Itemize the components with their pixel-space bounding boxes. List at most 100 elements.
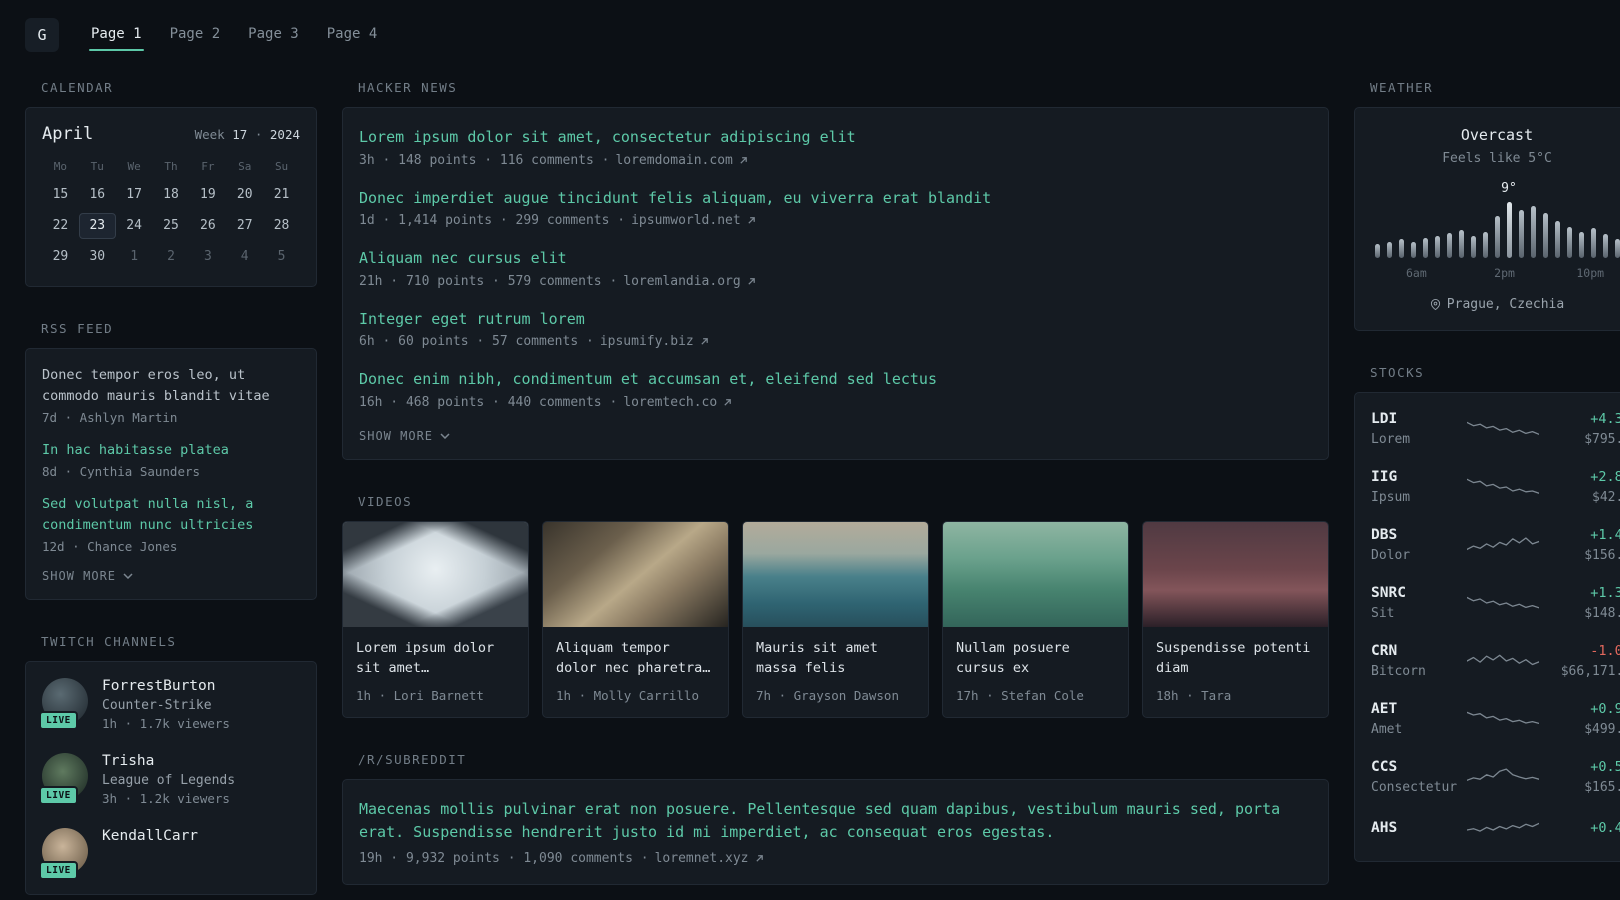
twitch-widget: TWITCH CHANNELS LIVE ForrestBurton Count… bbox=[25, 634, 317, 895]
channel-category: Counter-Strike bbox=[102, 697, 212, 713]
stock-row[interactable]: LDI Lorem +4.35% $795.18 bbox=[1371, 400, 1620, 458]
channel-avatar[interactable]: LIVE bbox=[39, 752, 88, 805]
channel-avatar[interactable]: LIVE bbox=[39, 827, 88, 880]
stock-change: +0.92% bbox=[1590, 701, 1620, 717]
hackernews-show-more-button[interactable]: SHOW MORE bbox=[359, 429, 450, 443]
rss-item-title[interactable]: In hac habitasse platea bbox=[42, 440, 300, 461]
stocks-section-title: STOCKS bbox=[1370, 365, 1425, 380]
tab-page-2[interactable]: Page 2 bbox=[168, 20, 223, 51]
calendar-day: 30 bbox=[89, 249, 106, 264]
rss-widget: RSS FEED Donec tempor eros leo, ut commo… bbox=[25, 321, 317, 600]
channel-name[interactable]: KendallCarr bbox=[102, 828, 198, 844]
weather-temp-label: 9° bbox=[1501, 181, 1517, 196]
channel-name[interactable]: Trisha bbox=[102, 753, 235, 769]
calendar-day: 18 bbox=[163, 187, 179, 202]
hn-item-domain[interactable]: loremlandia.org bbox=[623, 274, 740, 289]
live-badge: LIVE bbox=[39, 860, 78, 880]
stock-sparkline bbox=[1467, 764, 1539, 790]
video-title: Aliquam tempor dolor nec pharetra… bbox=[556, 639, 711, 676]
video-body: Lorem ipsum dolor sit amet consectetu… 1… bbox=[343, 627, 528, 718]
twitch-section-title: TWITCH CHANNELS bbox=[41, 633, 177, 649]
hn-item-domain[interactable]: loremtech.co bbox=[623, 395, 717, 410]
hn-meta-text: 16h · 468 points · 440 comments · bbox=[359, 394, 618, 410]
twitch-channel-row: LIVE KendallCarr bbox=[39, 827, 300, 880]
stock-change: +0.51% bbox=[1590, 759, 1620, 775]
video-body: Aliquam tempor dolor nec pharetra… 1h · … bbox=[543, 627, 728, 718]
hn-item-title[interactable]: Integer eget rutrum lorem bbox=[359, 308, 1312, 331]
stock-row[interactable]: IIG Ipsum +2.84% $42.04 bbox=[1371, 458, 1620, 516]
left-column: CALENDAR April Week 17 · 2024 Mo Tu We Th Fr… bbox=[25, 80, 317, 900]
subreddit-post-title[interactable]: Maecenas mollis pulvinar erat non posuer… bbox=[359, 798, 1312, 845]
weather-bar bbox=[1470, 236, 1476, 258]
top-bar: G Page 1 Page 2 Page 3 Page 4 bbox=[0, 0, 1620, 70]
weather-bar bbox=[1614, 239, 1620, 258]
hn-item-title[interactable]: Lorem ipsum dolor sit amet, consectetur … bbox=[359, 126, 1312, 149]
stock-values: +1.42% $156.28 bbox=[1539, 527, 1620, 563]
channel-meta: 3h · 1.2k viewers bbox=[102, 790, 230, 806]
stock-row[interactable]: AET Amet +0.92% $499.72 bbox=[1371, 690, 1620, 748]
rss-item-meta: 12d · Chance Jones bbox=[42, 538, 178, 554]
video-card[interactable]: Aliquam tempor dolor nec pharetra… 1h · … bbox=[542, 520, 729, 718]
subreddit-domain[interactable]: loremnet.xyz bbox=[655, 851, 749, 866]
stock-sparkline bbox=[1467, 817, 1539, 843]
rss-show-more-button[interactable]: SHOW MORE bbox=[42, 569, 133, 583]
stock-sparkline bbox=[1467, 706, 1539, 732]
hn-item-meta: 3h · 148 points · 116 comments · loremdo… bbox=[359, 153, 1312, 168]
stock-id: LDI Lorem bbox=[1371, 411, 1467, 447]
calendar-day: 4 bbox=[240, 249, 249, 264]
video-title: Nullam posuere cursus ex bbox=[956, 639, 1070, 676]
video-card[interactable]: Lorem ipsum dolor sit amet consectetu… 1… bbox=[342, 520, 529, 718]
hn-item-title[interactable]: Donec imperdiet augue tincidunt felis al… bbox=[359, 187, 1312, 210]
stock-ticker: SNRC bbox=[1371, 585, 1406, 601]
video-meta: 1h · Molly Carrillo bbox=[556, 688, 699, 703]
weather-bar bbox=[1554, 221, 1560, 258]
hn-item-domain[interactable]: loremdomain.com bbox=[615, 153, 732, 168]
stock-sparkline bbox=[1467, 648, 1539, 674]
rss-item: Donec tempor eros leo, ut commodo mauris… bbox=[42, 365, 300, 425]
weather-time-axis: 6am 2pm 10pm bbox=[1371, 266, 1620, 281]
hn-meta-text: 6h · 60 points · 57 comments · bbox=[359, 334, 594, 349]
tab-page-4[interactable]: Page 4 bbox=[325, 20, 380, 51]
channel-avatar[interactable]: LIVE bbox=[39, 677, 88, 730]
twitch-channel-row: LIVE Trisha League of Legends 3h · 1.2k … bbox=[39, 752, 300, 806]
calendar-week-label: Week bbox=[194, 127, 225, 142]
weather-bar bbox=[1410, 242, 1416, 258]
channel-name[interactable]: ForrestBurton bbox=[102, 678, 230, 694]
stock-name: Consectetur bbox=[1371, 780, 1458, 795]
external-link-icon bbox=[755, 854, 763, 862]
weather-time-label: 6am bbox=[1405, 266, 1427, 280]
stock-name: Ipsum bbox=[1371, 490, 1411, 505]
hn-item-domain[interactable]: ipsumify.biz bbox=[600, 334, 694, 349]
stock-row[interactable]: AHS +0.46% bbox=[1371, 806, 1620, 854]
page-tabs: Page 1 Page 2 Page 3 Page 4 bbox=[89, 0, 403, 70]
video-thumbnail bbox=[543, 521, 728, 627]
weather-feels-like: Feels like 5°C bbox=[1442, 151, 1552, 166]
tab-page-3[interactable]: Page 3 bbox=[246, 20, 301, 51]
video-meta: 18h · Tara bbox=[1156, 688, 1232, 703]
rss-item-title[interactable]: Donec tempor eros leo, ut commodo mauris… bbox=[42, 365, 300, 407]
video-card[interactable]: Nullam posuere cursus ex 17h · Stefan Co… bbox=[942, 520, 1129, 718]
video-meta: 1h · Lori Barnett bbox=[356, 688, 484, 703]
stock-row[interactable]: CCS Consectetur +0.51% $165.84 bbox=[1371, 748, 1620, 806]
stock-price: $66,171.48 bbox=[1560, 664, 1620, 679]
hn-item-title[interactable]: Donec enim nibh, condimentum et accumsan… bbox=[359, 368, 1312, 391]
stock-row[interactable]: SNRC Sit +1.36% $148.64 bbox=[1371, 574, 1620, 632]
stock-row[interactable]: CRN Bitcorn -1.00% $66,171.48 bbox=[1371, 632, 1620, 690]
video-card[interactable]: Suspendisse potenti diam 18h · Tara bbox=[1142, 520, 1329, 718]
stocks-widget: STOCKS LDI Lorem +4.35% $795.18 IIG bbox=[1354, 365, 1620, 862]
rss-item-title[interactable]: Sed volutpat nulla nisl, a condimentum n… bbox=[42, 494, 300, 536]
stock-change: +1.36% bbox=[1590, 585, 1620, 601]
app-logo[interactable]: G bbox=[25, 18, 59, 52]
video-card[interactable]: Mauris sit amet massa felis 7h · Grayson… bbox=[742, 520, 929, 718]
weather-bar bbox=[1602, 234, 1608, 258]
hn-item-title[interactable]: Aliquam nec cursus elit bbox=[359, 247, 1312, 270]
stock-name: Sit bbox=[1371, 606, 1395, 621]
calendar-weekday: Su bbox=[274, 160, 289, 173]
hn-item-domain[interactable]: ipsumworld.net bbox=[631, 213, 741, 228]
stock-change: +4.35% bbox=[1590, 411, 1620, 427]
live-badge: LIVE bbox=[39, 785, 78, 805]
video-title: Suspendisse potenti diam bbox=[1156, 639, 1311, 676]
hn-item-meta: 1d · 1,414 points · 299 comments · ipsum… bbox=[359, 213, 1312, 228]
stock-row[interactable]: DBS Dolor +1.42% $156.28 bbox=[1371, 516, 1620, 574]
tab-page-1[interactable]: Page 1 bbox=[89, 20, 144, 51]
